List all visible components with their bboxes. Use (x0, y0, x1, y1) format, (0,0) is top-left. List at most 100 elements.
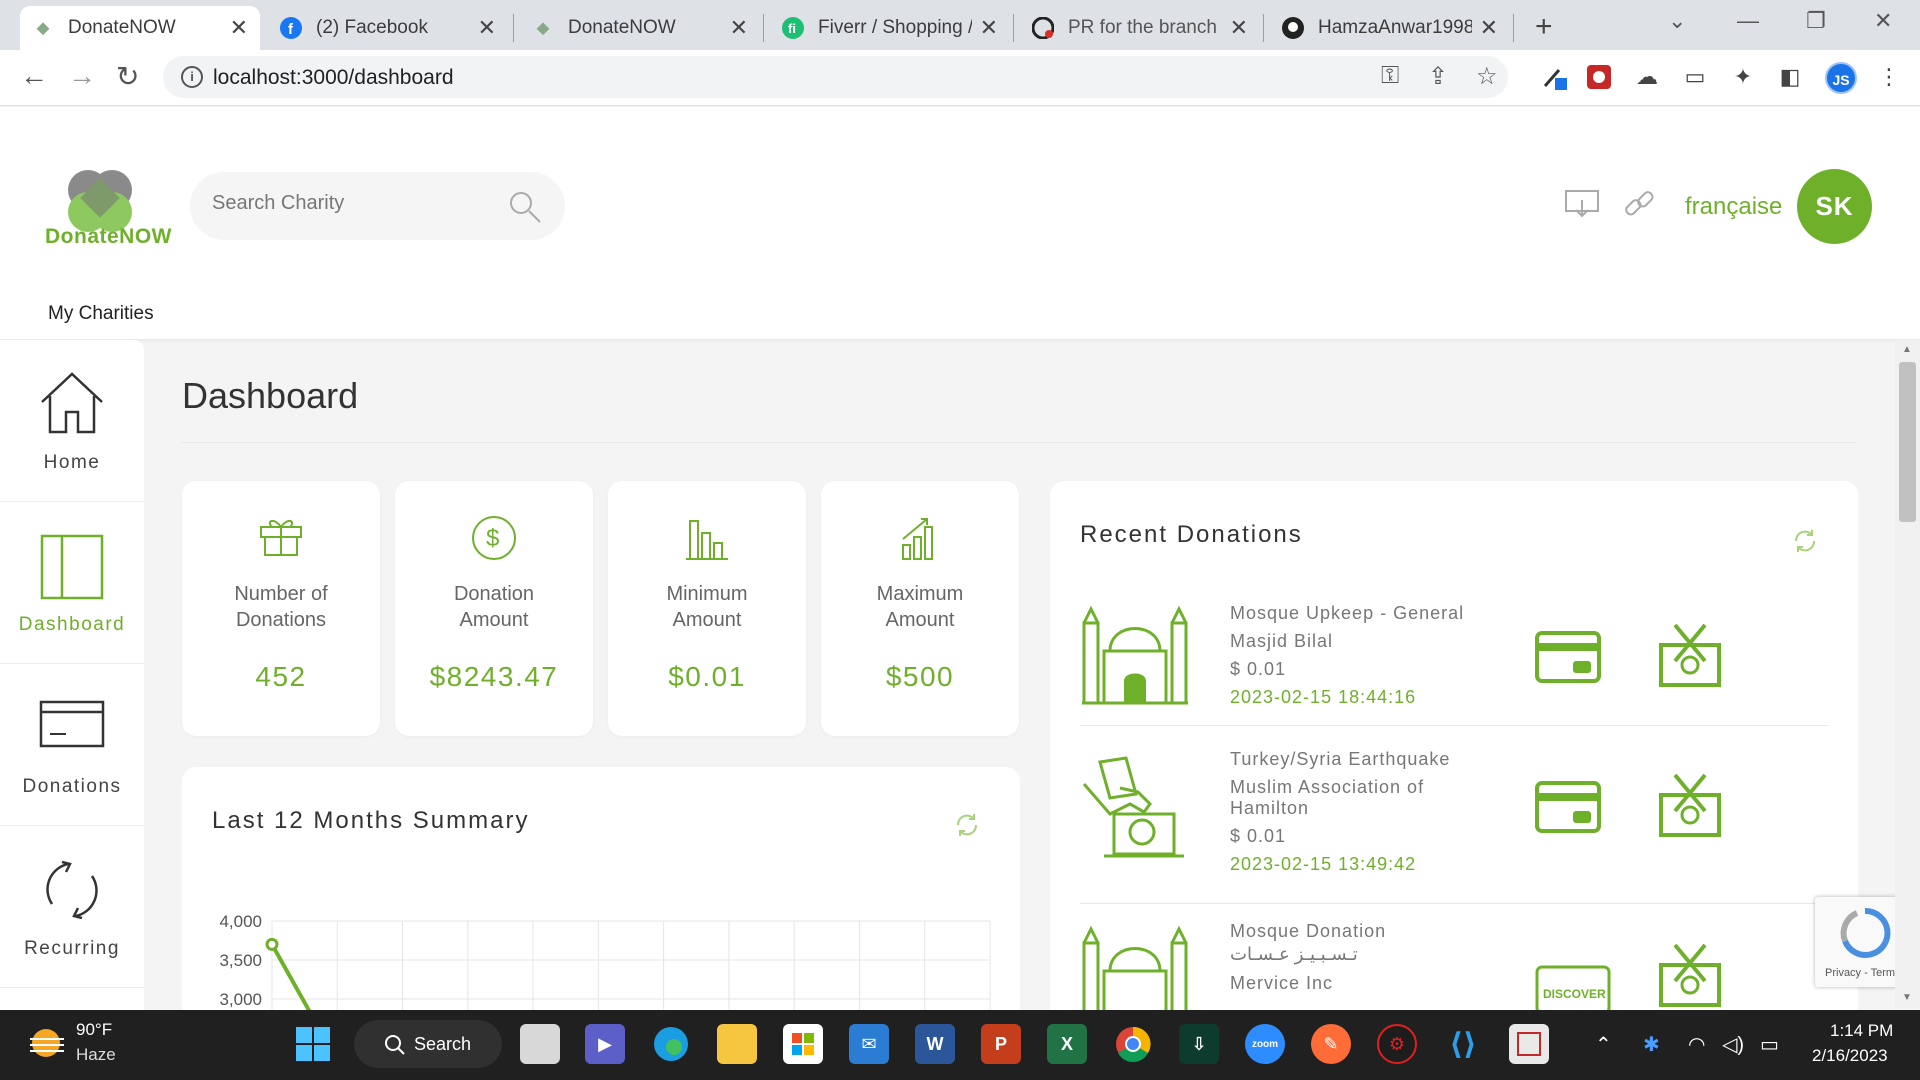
haze-weather-icon[interactable] (28, 1025, 66, 1061)
battery-icon[interactable]: ▭ (1760, 1032, 1779, 1057)
profile-avatar[interactable]: JS (1825, 62, 1857, 94)
taskbar-search-label: Search (414, 1034, 472, 1054)
tab-title: (2) Facebook (316, 17, 428, 38)
browser-tab[interactable]: HamzaAnwar1998/ ✕ (1270, 6, 1510, 50)
browser-tab[interactable]: f (2) Facebook ✕ (268, 6, 508, 50)
credit-card-icon[interactable] (1535, 631, 1601, 683)
wifi-icon[interactable]: ◠ (1688, 1032, 1705, 1057)
search-icon[interactable] (508, 190, 542, 224)
bookmark-star-icon[interactable]: ☆ (1476, 62, 1498, 91)
share-icon[interactable]: ⇪ (1428, 62, 1448, 91)
sidebar-item-donations[interactable]: Donations (0, 664, 144, 826)
back-arrow-icon[interactable]: ← (20, 60, 48, 92)
my-charities-link[interactable]: My Charities (48, 303, 154, 325)
browser-tab[interactable]: PR for the branch ( ✕ (1020, 6, 1260, 50)
excel-icon[interactable]: X (1047, 1024, 1087, 1064)
postman-icon[interactable]: ✎ (1311, 1024, 1351, 1064)
task-view-icon[interactable] (520, 1024, 560, 1064)
clock-time[interactable]: 1:14 PM (1830, 1021, 1893, 1041)
language-switch[interactable]: française (1685, 193, 1782, 221)
app-icon[interactable]: ⇩ (1179, 1024, 1219, 1064)
taskbar-search[interactable]: Search (354, 1020, 502, 1068)
scroll-down-icon[interactable]: ▼ (1902, 992, 1912, 1003)
eyedropper-extension-icon[interactable] (1540, 63, 1568, 91)
page-scrollbar[interactable]: ▲ ▼ (1895, 340, 1920, 1008)
close-tab-icon[interactable]: ✕ (1480, 15, 1498, 41)
tab-title: DonateNOW (568, 17, 676, 38)
donations-icon (39, 700, 105, 748)
volume-icon[interactable]: ◁) (1722, 1032, 1744, 1057)
close-tab-icon[interactable]: ✕ (980, 15, 998, 41)
chrome-icon[interactable] (1113, 1024, 1153, 1064)
app-header: DonateNOW française SK My Charities (0, 107, 1920, 339)
teams-icon[interactable]: ▶ (585, 1024, 625, 1064)
puzzle-extensions-icon[interactable]: ✦ (1729, 63, 1757, 91)
credit-card-icon[interactable] (1535, 781, 1601, 833)
red-extension-icon[interactable] (1585, 63, 1613, 91)
svg-text:fi: fi (788, 21, 796, 36)
zoom-icon[interactable]: zoom (1245, 1024, 1285, 1064)
weather-desc[interactable]: Haze (76, 1045, 116, 1065)
microsoft-store-icon[interactable] (783, 1024, 823, 1064)
download-icon[interactable] (1565, 190, 1599, 218)
link-icon[interactable] (1622, 187, 1656, 221)
weather-temp[interactable]: 90°F (76, 1020, 112, 1040)
site-info-icon[interactable]: i (181, 66, 203, 88)
sidebar-item-recurring[interactable]: Recurring (0, 826, 144, 988)
windows-start-icon[interactable] (296, 1027, 330, 1061)
mail-icon[interactable]: ✉ (849, 1024, 889, 1064)
tab-search-chevron-icon[interactable]: ⌄ (1668, 8, 1686, 34)
app-red-icon[interactable]: ⚙ (1377, 1024, 1417, 1064)
logo-text[interactable]: DonateNOW (45, 225, 172, 249)
edge-icon[interactable] (651, 1024, 691, 1064)
scroll-up-icon[interactable]: ▲ (1902, 344, 1912, 355)
forward-arrow-icon[interactable]: → (68, 60, 96, 92)
clock-date[interactable]: 2/16/2023 (1812, 1046, 1888, 1066)
page-title: Dashboard (182, 375, 359, 416)
browser-tab[interactable]: DonateNOW ✕ (20, 6, 260, 50)
close-tab-icon[interactable]: ✕ (1230, 15, 1248, 41)
cast-icon[interactable]: ▭ (1681, 63, 1709, 91)
recaptcha-footer[interactable]: Privacy - Terms (1825, 967, 1901, 979)
vscode-icon[interactable]: ⟨⟩ (1443, 1024, 1483, 1064)
close-tab-icon[interactable]: ✕ (730, 15, 748, 41)
reload-icon[interactable]: ↻ (116, 60, 139, 93)
url-text[interactable]: localhost:3000/dashboard (213, 66, 454, 90)
new-tab-icon[interactable]: + (1535, 10, 1553, 44)
powerpoint-icon[interactable]: P (981, 1024, 1021, 1064)
donation-amount: $ 0.01 (1230, 659, 1287, 679)
browser-tab[interactable]: DonateNOW ✕ (520, 6, 760, 50)
sidebar-item-label: Dashboard (18, 614, 126, 635)
refresh-icon[interactable] (952, 810, 982, 840)
sidebar-item-dashboard[interactable]: Dashboard (0, 502, 144, 664)
key-icon[interactable]: ⚿ (1381, 62, 1399, 90)
donation-row[interactable]: Turkey/Syria Earthquake Muslim Associati… (1080, 749, 1828, 904)
donation-row[interactable]: Mosque Upkeep - General Masjid Bilal $ 0… (1080, 601, 1828, 726)
close-window-icon[interactable]: ✕ (1874, 8, 1892, 34)
scroll-thumb[interactable] (1899, 362, 1916, 522)
search-charity-box[interactable] (190, 172, 565, 240)
browser-menu-icon[interactable]: ⋮ (1875, 63, 1903, 91)
donation-gift-icon[interactable] (1655, 941, 1725, 1007)
close-tab-icon[interactable]: ✕ (478, 15, 496, 41)
sidebar-item-home[interactable]: Home (0, 340, 144, 502)
search-input[interactable] (212, 192, 492, 215)
minimize-icon[interactable]: — (1737, 8, 1759, 34)
file-explorer-icon[interactable] (717, 1024, 757, 1064)
show-hidden-icons-chevron-icon[interactable]: ⌃ (1595, 1032, 1612, 1057)
discover-card-icon[interactable]: DISCOVER (1535, 965, 1611, 1015)
side-panel-icon[interactable]: ◧ (1776, 63, 1804, 91)
extension-cloud-icon[interactable]: ☁ (1633, 63, 1661, 91)
bluetooth-icon[interactable]: ✱ (1643, 1032, 1660, 1057)
omnibox[interactable]: i localhost:3000/dashboard ⚿ ⇪ ☆ (163, 56, 1508, 98)
donation-gift-icon[interactable] (1655, 621, 1725, 687)
donation-org-line2: Mervice Inc (1230, 973, 1334, 993)
restore-icon[interactable]: ❐ (1806, 8, 1826, 34)
word-icon[interactable]: W (915, 1024, 955, 1064)
close-tab-icon[interactable]: ✕ (230, 15, 248, 41)
donation-gift-icon[interactable] (1655, 771, 1725, 837)
user-avatar[interactable]: SK (1797, 169, 1872, 244)
refresh-icon[interactable] (1790, 526, 1820, 556)
snipping-tool-icon[interactable] (1509, 1024, 1549, 1064)
browser-tab[interactable]: fi Fiverr / Shopping / ✕ (770, 6, 1010, 50)
